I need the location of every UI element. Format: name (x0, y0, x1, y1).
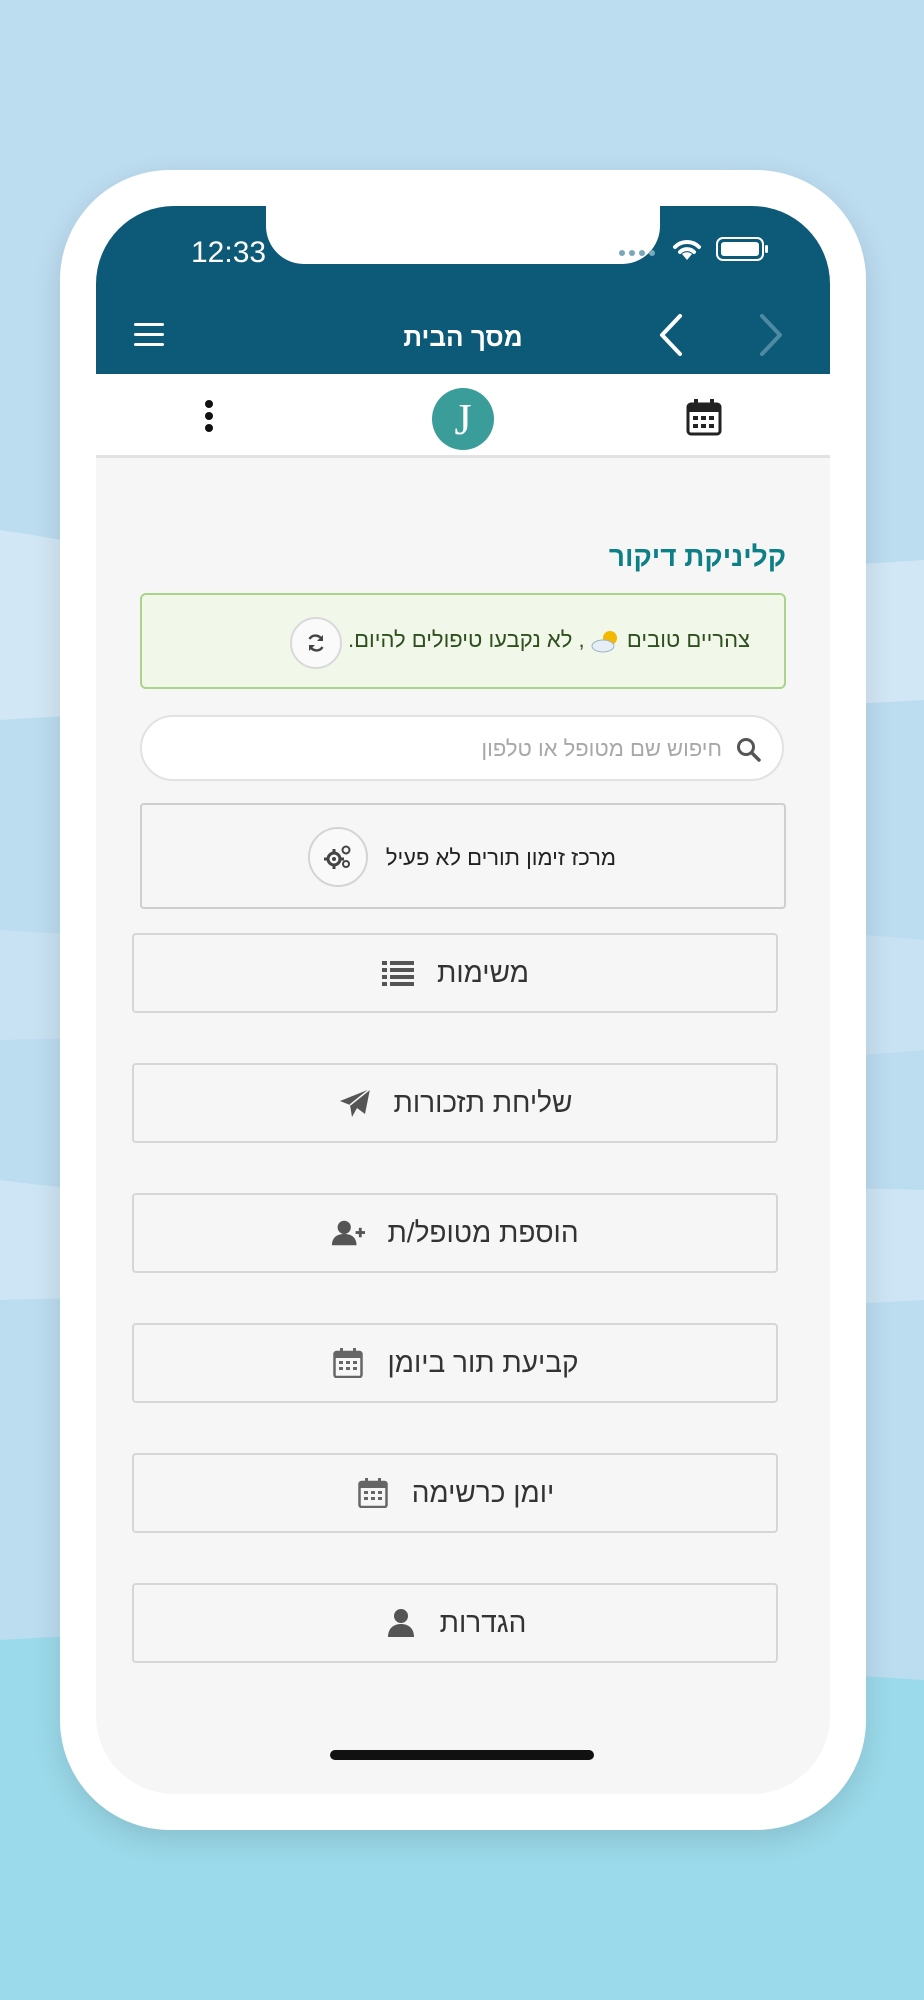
booking-center-button[interactable]: מרכז זימון תורים לא פעיל (140, 803, 786, 909)
list-icon (381, 957, 415, 989)
book-appointment-button[interactable]: קביעת תור ביומן (132, 1323, 778, 1403)
gears-icon (308, 827, 368, 887)
clinic-name: קליניקת דיקור (608, 541, 786, 572)
page-title: מסך הבית (403, 322, 523, 352)
send-reminders-label: שליחת תזכורות (393, 1087, 573, 1118)
send-reminders-button[interactable]: שליחת תזכורות (132, 1063, 778, 1143)
chevron-right-icon[interactable] (756, 312, 786, 358)
greeting-text-start: צהריים טובים (626, 627, 750, 652)
greeting-text: צהריים טובים , לא נקבעו טיפולים להיום. (348, 627, 750, 653)
calendar-icon (331, 1347, 365, 1379)
app-header: 12:33 מסך הבית (96, 206, 830, 374)
calendar-list-label: יומן כרשימה (411, 1477, 555, 1508)
book-appointment-label: קביעת תור ביומן (387, 1347, 579, 1378)
greeting-text-end: , לא נקבעו טיפולים להיום. (348, 627, 585, 652)
sun-cloud-icon (585, 627, 621, 653)
add-patient-button[interactable]: הוספת מטופל/ת (132, 1193, 778, 1273)
avatar[interactable]: J (432, 388, 494, 450)
search-field (140, 715, 784, 781)
battery-icon (716, 236, 770, 266)
signal-icon (618, 242, 658, 261)
calendar-list-button[interactable]: יומן כרשימה (132, 1453, 778, 1533)
settings-button[interactable]: הגדרות (132, 1583, 778, 1663)
kebab-icon[interactable] (202, 398, 216, 434)
tasks-button[interactable]: משימות (132, 933, 778, 1013)
user-plus-icon (331, 1217, 366, 1249)
user-icon (384, 1607, 418, 1639)
calendar-icon[interactable] (686, 398, 722, 436)
device-notch (266, 206, 660, 264)
app-screen: 12:33 מסך הבית J קליניקת דיקור צהריים טו… (96, 206, 830, 1794)
chevron-left-icon[interactable] (656, 312, 686, 358)
wifi-icon (670, 236, 704, 266)
add-patient-label: הוספת מטופל/ת (387, 1217, 579, 1248)
search-icon[interactable] (736, 737, 762, 763)
booking-center-label: מרכז זימון תורים לא פעיל (385, 845, 616, 870)
toolbar: J (96, 374, 830, 458)
settings-label: הגדרות (439, 1607, 527, 1638)
phone-frame: 12:33 מסך הבית J קליניקת דיקור צהריים טו… (60, 170, 866, 1830)
status-icons (618, 236, 770, 266)
tasks-label: משימות (437, 957, 529, 988)
home-indicator[interactable] (330, 1750, 594, 1760)
paper-plane-icon (338, 1087, 372, 1119)
greeting-banner: צהריים טובים , לא נקבעו טיפולים להיום. (140, 593, 786, 689)
calendar-icon (356, 1477, 390, 1509)
search-input[interactable] (162, 731, 722, 767)
status-time: 12:33 (191, 236, 267, 269)
refresh-icon[interactable] (290, 617, 342, 669)
